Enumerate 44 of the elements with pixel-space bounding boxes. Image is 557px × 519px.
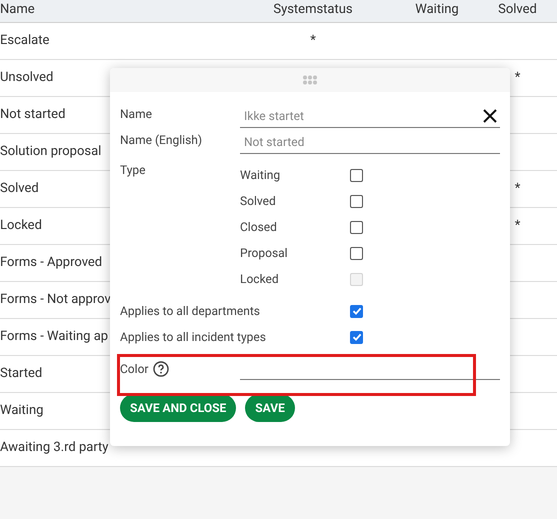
table-cell: Started (0, 366, 42, 382)
table-cell: * (514, 218, 520, 234)
table-cell: Forms - Waiting ap (0, 329, 108, 344)
table-cell: Unsolved (0, 70, 54, 86)
table-cell: Escalate (0, 33, 50, 48)
field-label: Name (English) (120, 133, 202, 147)
checkbox-label: Waiting (240, 167, 282, 184)
table-cell: * (514, 181, 520, 196)
table-cell: Forms - Approved (0, 255, 102, 270)
table-cell: Waiting (0, 403, 44, 418)
field-label: Color (120, 361, 148, 378)
column-header[interactable]: Name (0, 2, 35, 17)
checkbox[interactable] (350, 246, 363, 260)
help-icon[interactable] (153, 361, 170, 377)
table-cell: Awaiting 3.rd party (0, 440, 108, 456)
checkbox-label: Applies to all departments (120, 303, 261, 320)
field-label: Type (120, 162, 147, 178)
save-button[interactable]: SAVE (245, 394, 295, 422)
table-cell: Not started (0, 107, 66, 122)
checkbox[interactable] (350, 304, 363, 318)
field-label: Name (120, 107, 152, 121)
table-cell: Forms - Not approv (0, 292, 111, 308)
checkbox[interactable] (350, 168, 363, 182)
close-icon[interactable] (483, 109, 497, 123)
column-header[interactable]: Solved (498, 2, 537, 17)
text-field[interactable]: Not started (240, 130, 500, 154)
checkbox-label: Solved (240, 193, 277, 210)
checkbox-label: Closed (240, 219, 278, 236)
checkbox[interactable] (350, 330, 363, 344)
save-button[interactable]: SAVE AND CLOSE (120, 394, 236, 422)
checkbox-label: Locked (240, 271, 280, 288)
table-cell: Solution proposal (0, 144, 102, 160)
drag-handle-icon[interactable] (302, 75, 318, 85)
table-cell: * (310, 33, 316, 48)
checkbox-label: Applies to all incident types (120, 329, 267, 346)
table-cell: * (514, 70, 520, 86)
table-cell: Locked (0, 218, 42, 234)
table-cell: Solved (0, 181, 39, 196)
checkbox[interactable] (350, 194, 363, 208)
text-field[interactable]: Ikke startet (240, 104, 500, 128)
column-header[interactable]: Waiting (415, 2, 459, 17)
column-header[interactable]: Systemstatus (273, 2, 353, 17)
checkbox[interactable] (350, 220, 363, 234)
checkbox-label: Proposal (240, 245, 289, 262)
